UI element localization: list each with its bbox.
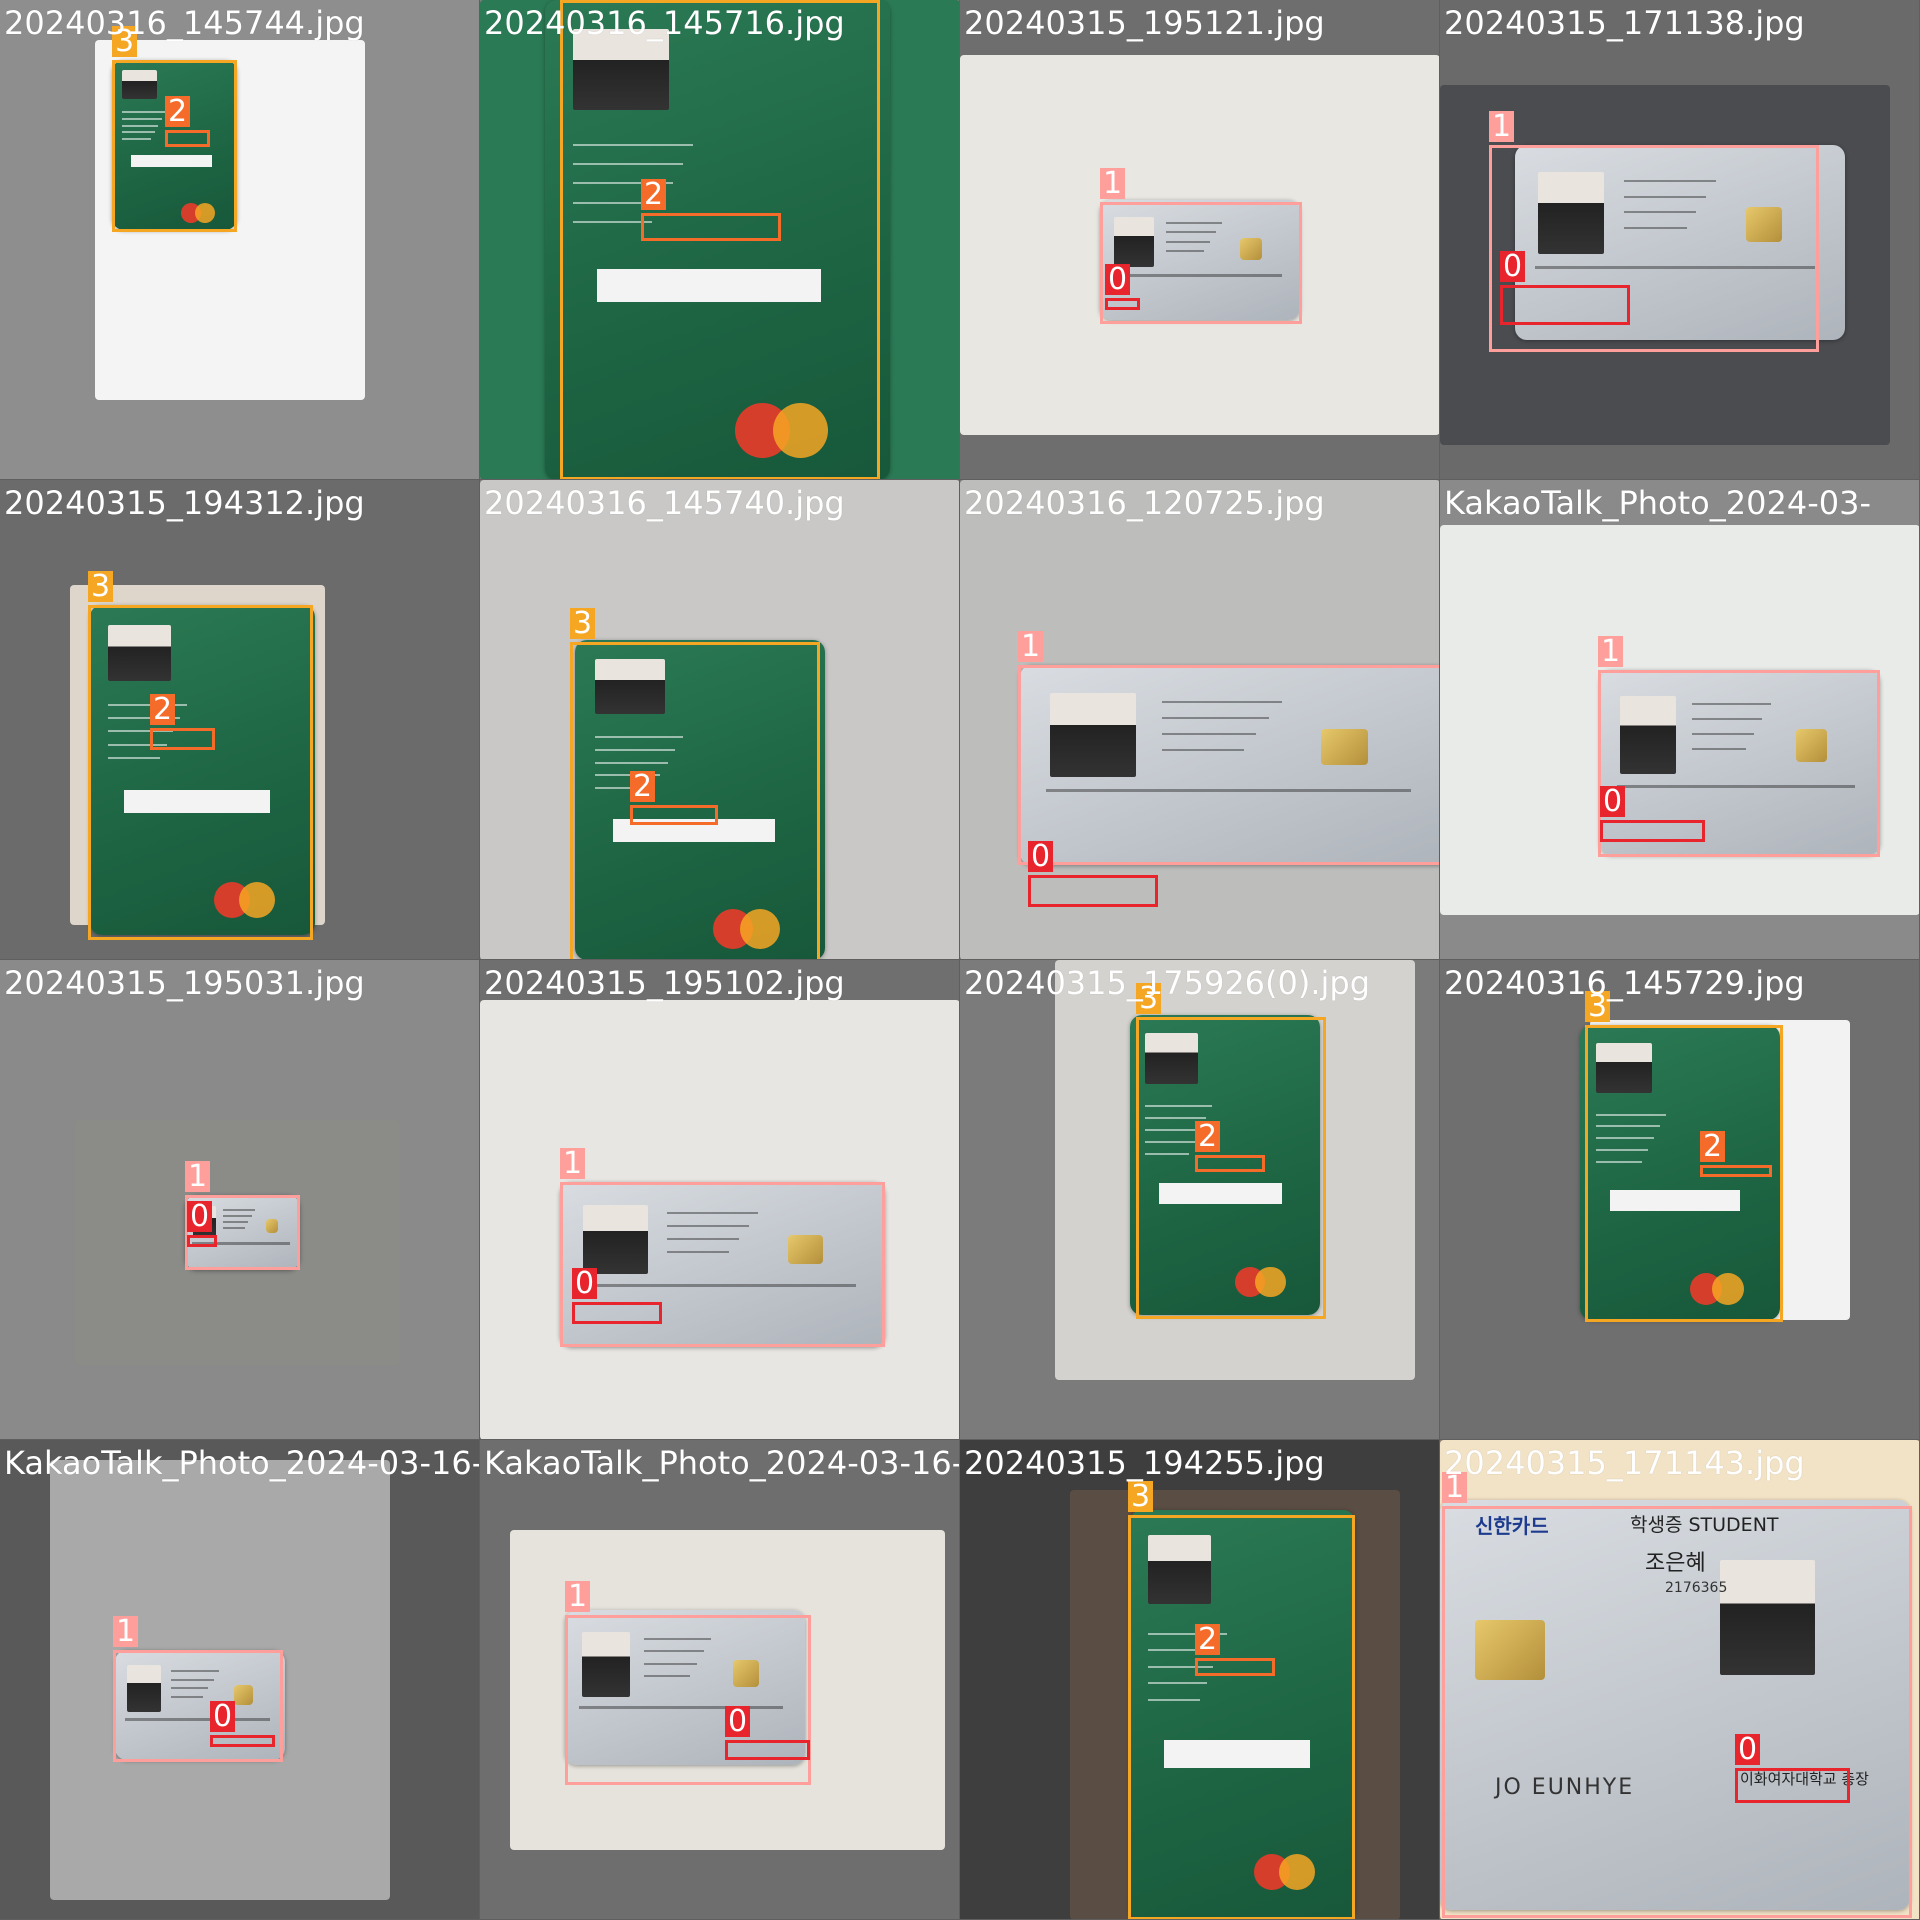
detection-label-class-3: 3 — [1128, 1481, 1154, 1512]
detection-label-class-0: 0 — [1028, 841, 1054, 872]
detection-label-class-0: 0 — [210, 1701, 236, 1732]
detection-box-class-0[interactable] — [1028, 875, 1158, 907]
detection-box-class-0[interactable] — [572, 1302, 662, 1324]
detection-label-class-0: 0 — [187, 1201, 213, 1232]
detection-box-class-0[interactable] — [210, 1735, 275, 1747]
detection-box-class-0[interactable] — [725, 1740, 810, 1760]
detection-box-class-2[interactable] — [1195, 1155, 1265, 1172]
image-filename: KakaoTalk_Photo_2024-03-16-14-40-02 022 — [484, 1444, 959, 1482]
image-tile[interactable]: 1 0 KakaoTalk_Photo_2024-03-16-14-40-02 02… — [480, 1440, 960, 1920]
detection-label-class-1: 1 — [185, 1161, 211, 1192]
detection-label-class-0: 0 — [1600, 786, 1626, 817]
detection-label-class-2: 2 — [1195, 1121, 1221, 1152]
image-tile[interactable]: 3 2 20240316_145744.jpg — [0, 0, 480, 480]
image-tile[interactable]: 3 2 20240315_175926(0).jpg — [960, 960, 1440, 1440]
detection-box-class-3[interactable] — [570, 642, 820, 959]
image-filename: 20240316_145740.jpg — [484, 484, 845, 522]
detection-label-class-1: 1 — [1489, 111, 1515, 142]
detection-box-class-2[interactable] — [165, 130, 210, 147]
detection-box-class-2[interactable] — [641, 213, 781, 241]
detection-label-class-2: 2 — [165, 96, 191, 127]
image-filename: 20240315_195121.jpg — [964, 4, 1325, 42]
image-filename: 20240315_195102.jpg — [484, 964, 845, 1002]
detection-box-class-2[interactable] — [150, 728, 215, 750]
image-tile[interactable]: 3220240316_145716.jpg — [480, 0, 960, 480]
detection-label-class-1: 1 — [113, 1616, 139, 1647]
image-filename: 20240315_194312.jpg — [4, 484, 365, 522]
detection-label-class-1: 1 — [1100, 168, 1126, 199]
image-tile[interactable]: 1 0 20240315_171138.jpg — [1440, 0, 1920, 480]
detection-grid: 3 2 20240316_145744.jpg 3 2 20240316_145716.j… — [0, 0, 1920, 1920]
detection-box-class-0[interactable] — [1600, 820, 1705, 842]
image-tile[interactable]: 3 2 20240315_194312.jpg — [0, 480, 480, 960]
detection-box-class-2[interactable] — [630, 805, 718, 825]
image-filename: 20240315_175926(0).jpg — [964, 964, 1371, 1002]
detection-label-class-0: 0 — [725, 1706, 751, 1737]
image-tile[interactable]: 1 0 20240316_120725.jpg — [960, 480, 1440, 960]
image-filename: 20240316_120725.jpg — [964, 484, 1325, 522]
detection-label-class-1: 1 — [1598, 636, 1624, 667]
image-tile[interactable]: 3 2 20240315_194255.jpg — [960, 1440, 1440, 1920]
detection-label-class-2: 2 — [1195, 1624, 1221, 1655]
image-tile[interactable]: 1 0 20240315_195031.jpg — [0, 960, 480, 1440]
image-tile[interactable]: 1 0 20240315_195102.jpg — [480, 960, 960, 1440]
detection-label-class-3: 3 — [570, 608, 596, 639]
detection-label-class-0: 0 — [1105, 264, 1131, 295]
image-filename: KakaoTalk_Photo_2024-03- — [1444, 484, 1871, 522]
detection-box-class-3[interactable] — [88, 605, 313, 940]
image-filename: KakaoTalk_Photo_2024-03-16-14-40-01 019 — [4, 1444, 479, 1482]
detection-label-class-2: 2 — [641, 179, 667, 210]
detection-label-class-0: 0 — [572, 1268, 598, 1299]
image-tile[interactable]: 신한카드 학생증 STUDENT 조은혜 2176365 이화여자대학교 총장 JO EU… — [1440, 1440, 1920, 1920]
image-filename: 20240315_194255.jpg — [964, 1444, 1325, 1482]
detection-box-class-3[interactable] — [1128, 1515, 1355, 1919]
detection-label-class-2: 2 — [150, 694, 176, 725]
image-filename: 20240315_171138.jpg — [1444, 4, 1805, 42]
detection-label-class-0: 0 — [1500, 251, 1526, 282]
detection-label-class-1: 1 — [565, 1581, 591, 1612]
image-tile[interactable]: 1 0 KakaoTalk_Photo_2024-03- — [1440, 480, 1920, 960]
detection-label-class-1: 1 — [1018, 631, 1044, 662]
detection-box-class-0[interactable] — [1500, 285, 1630, 325]
detection-box-class-2[interactable] — [1700, 1165, 1772, 1177]
detection-label-class-3: 3 — [88, 571, 114, 602]
image-filename: 20240316_145729.jpg — [1444, 964, 1805, 1002]
detection-label-class-2: 2 — [1700, 1131, 1726, 1162]
detection-label-class-1: 1 — [560, 1148, 586, 1179]
image-filename: 20240316_145716.jpg — [484, 4, 845, 42]
image-filename: 20240315_171143.jpg — [1444, 1444, 1805, 1482]
detection-box-class-0[interactable] — [1735, 1768, 1850, 1803]
image-tile[interactable]: 3 2 20240316_145729.jpg — [1440, 960, 1920, 1440]
image-filename: 20240315_195031.jpg — [4, 964, 365, 1002]
detection-box-class-1[interactable] — [1018, 665, 1439, 865]
image-tile[interactable]: 1 0 KakaoTalk_Photo_2024-03-16-14-40-01 01… — [0, 1440, 480, 1920]
detection-box-class-0[interactable] — [1105, 298, 1140, 310]
detection-box-class-1[interactable] — [1442, 1506, 1912, 1918]
detection-box-class-0[interactable] — [187, 1235, 217, 1247]
detection-box-class-2[interactable] — [1195, 1658, 1275, 1676]
image-tile[interactable]: 3 2 20240316_145740.jpg — [480, 480, 960, 960]
detection-label-class-2: 2 — [630, 771, 656, 802]
image-tile[interactable]: 1 0 20240315_195121.jpg — [960, 0, 1440, 480]
detection-label-class-0: 0 — [1735, 1734, 1761, 1765]
image-filename: 20240316_145744.jpg — [4, 4, 365, 42]
